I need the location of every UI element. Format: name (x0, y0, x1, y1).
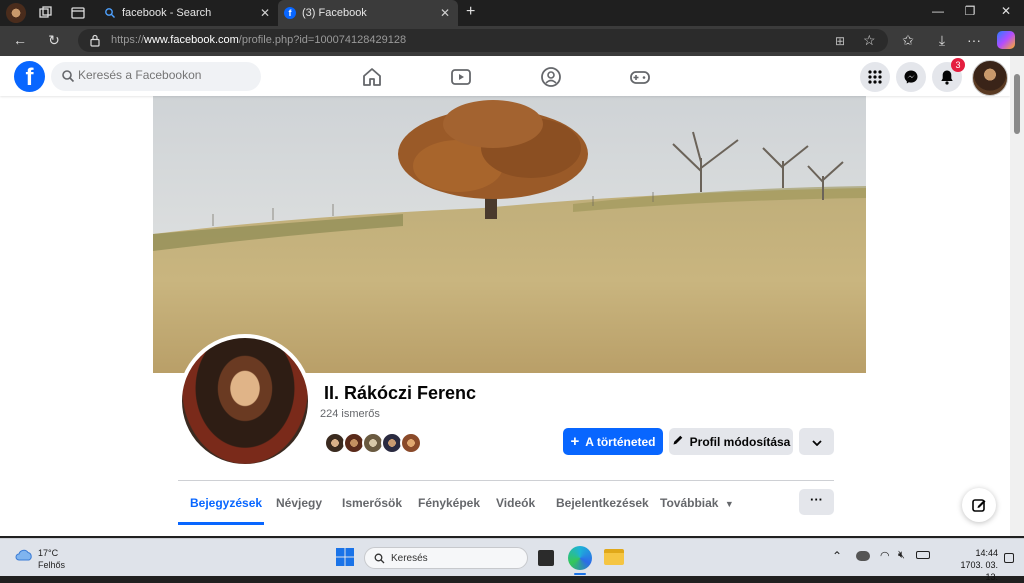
tab-facebook[interactable]: f (3) Facebook ✕ (278, 0, 458, 26)
windows-start-icon[interactable] (336, 548, 354, 566)
edge-active-indicator (574, 573, 586, 575)
active-tab-indicator (178, 522, 264, 525)
battery-icon[interactable] (916, 551, 930, 559)
file-explorer-icon[interactable] (604, 549, 624, 565)
speaker-mute-icon[interactable]: 🔇︎ (898, 549, 905, 562)
gaming-icon[interactable] (629, 66, 651, 88)
edit-profile-button[interactable]: Profil módosítása (669, 428, 793, 455)
tab-check-ins[interactable]: Bejelentkezések (556, 496, 649, 510)
add-story-button[interactable]: + A történeted (563, 428, 663, 455)
facebook-page: f 3 (0, 56, 1010, 536)
home-icon[interactable] (361, 66, 383, 88)
tab-actions-icon[interactable] (70, 5, 86, 21)
browser-toolbar: ← ↻ https://www.facebook.com/profile.php… (0, 26, 1024, 56)
edit-profile-label: Profil módosítása (689, 434, 791, 449)
edge-taskbar-icon[interactable] (568, 546, 592, 570)
clock[interactable]: 14:44 1703. 03. 13. (946, 547, 998, 583)
account-avatar[interactable] (972, 60, 1008, 96)
grid-menu-icon (868, 70, 882, 84)
search-icon (104, 7, 116, 19)
cloud-icon[interactable] (14, 548, 34, 562)
time: 14:44 (975, 548, 998, 558)
tab-friends[interactable]: Ismerősök (342, 496, 402, 510)
profile-more-button[interactable] (799, 428, 834, 455)
new-message-button[interactable] (962, 488, 996, 522)
date: 1703. 03. 13. (960, 560, 998, 582)
tab-posts[interactable]: Bejegyzések (190, 496, 262, 510)
search-input[interactable] (78, 68, 253, 82)
chevron-down-icon (811, 435, 822, 449)
favorite-star-icon[interactable]: ☆ (863, 32, 876, 49)
groups-icon[interactable] (540, 66, 562, 88)
downloads-icon[interactable]: ⤓ (932, 32, 952, 49)
minimize-icon[interactable]: — (928, 4, 948, 18)
plus-icon: + (570, 432, 580, 450)
scrollbar-thumb[interactable] (1014, 74, 1020, 134)
menu-button[interactable] (860, 62, 890, 92)
onedrive-icon[interactable] (856, 551, 870, 561)
temperature: 17°C (38, 548, 59, 558)
weather-condition: Felhős (38, 560, 66, 570)
url-text: https://www.facebook.com/profile.php?id=… (111, 34, 407, 46)
close-tab-icon[interactable]: ✕ (440, 6, 450, 20)
pencil-icon (672, 434, 684, 449)
facebook-logo[interactable]: f (14, 61, 45, 92)
add-story-label: A történeted (585, 434, 656, 449)
browser-tab-bar: facebook - Search ✕ f (3) Facebook ✕ + —… (0, 0, 1024, 26)
wifi-icon[interactable]: ◠ (880, 549, 890, 562)
taskbar-search[interactable]: Keresés (364, 547, 528, 569)
caret-down-icon: ▼ (724, 499, 734, 509)
video-icon[interactable] (450, 66, 472, 88)
friend-avatar[interactable] (400, 432, 422, 454)
notification-badge: 3 (951, 58, 965, 72)
tab-videos[interactable]: Videók (496, 496, 535, 510)
windows-taskbar: 17°C Felhős Keresés ⌃ ◠ 🔇︎ 14:44 1703. 0… (0, 538, 1024, 582)
search-icon (61, 69, 75, 83)
refresh-icon[interactable]: ↻ (44, 32, 64, 49)
more-options-icon[interactable]: ··· (964, 32, 984, 48)
close-window-icon[interactable]: ✕ (996, 4, 1016, 18)
bell-icon (941, 70, 953, 85)
tab-photos[interactable]: Fényképek (418, 496, 480, 510)
compose-icon (972, 499, 986, 512)
notification-center-icon[interactable] (1004, 553, 1014, 563)
tab-more-label: Továbbiak (660, 496, 719, 510)
messenger-button[interactable] (896, 62, 926, 92)
lock-icon[interactable] (89, 34, 101, 52)
facebook-header: f 3 (0, 56, 1010, 96)
profile-avatar-icon[interactable] (6, 3, 26, 23)
tab-search[interactable]: facebook - Search ✕ (98, 0, 278, 26)
chevron-up-icon[interactable]: ⌃ (832, 549, 842, 563)
back-icon[interactable]: ← (10, 32, 30, 48)
taskbar-search-label: Keresés (391, 553, 428, 564)
favorites-icon[interactable]: ✩ (898, 32, 918, 49)
friends-count[interactable]: 224 ismerős (320, 408, 380, 420)
cover-photo[interactable] (153, 96, 866, 373)
workspaces-icon[interactable] (38, 5, 54, 21)
task-view-icon[interactable] (538, 550, 554, 566)
facebook-search[interactable] (51, 62, 261, 91)
tabs-more-options-button[interactable]: ··· (799, 489, 834, 515)
app-available-icon[interactable]: ⊞ (835, 34, 845, 48)
weather-widget[interactable]: 17°C Felhős (38, 547, 65, 571)
profile-name: II. Rákóczi Ferenc (324, 383, 477, 403)
close-tab-icon[interactable]: ✕ (260, 6, 270, 20)
copilot-icon[interactable] (997, 31, 1015, 49)
address-bar[interactable]: https://www.facebook.com/profile.php?id=… (78, 29, 888, 52)
tab-about[interactable]: Névjegy (276, 496, 322, 510)
logo-letter: f (25, 64, 34, 91)
restore-icon[interactable]: ❐ (960, 4, 980, 18)
tab-title: (3) Facebook (302, 7, 367, 19)
new-tab-icon[interactable]: + (466, 3, 475, 21)
search-icon (374, 553, 385, 567)
profile-picture[interactable] (178, 334, 312, 468)
tab-title: facebook - Search (122, 7, 212, 19)
tab-more[interactable]: Továbbiak ▼ (660, 496, 734, 510)
facebook-favicon-icon: f (284, 7, 296, 19)
messenger-icon (904, 70, 918, 84)
page-scrollbar[interactable] (1010, 56, 1024, 536)
divider (178, 480, 834, 481)
